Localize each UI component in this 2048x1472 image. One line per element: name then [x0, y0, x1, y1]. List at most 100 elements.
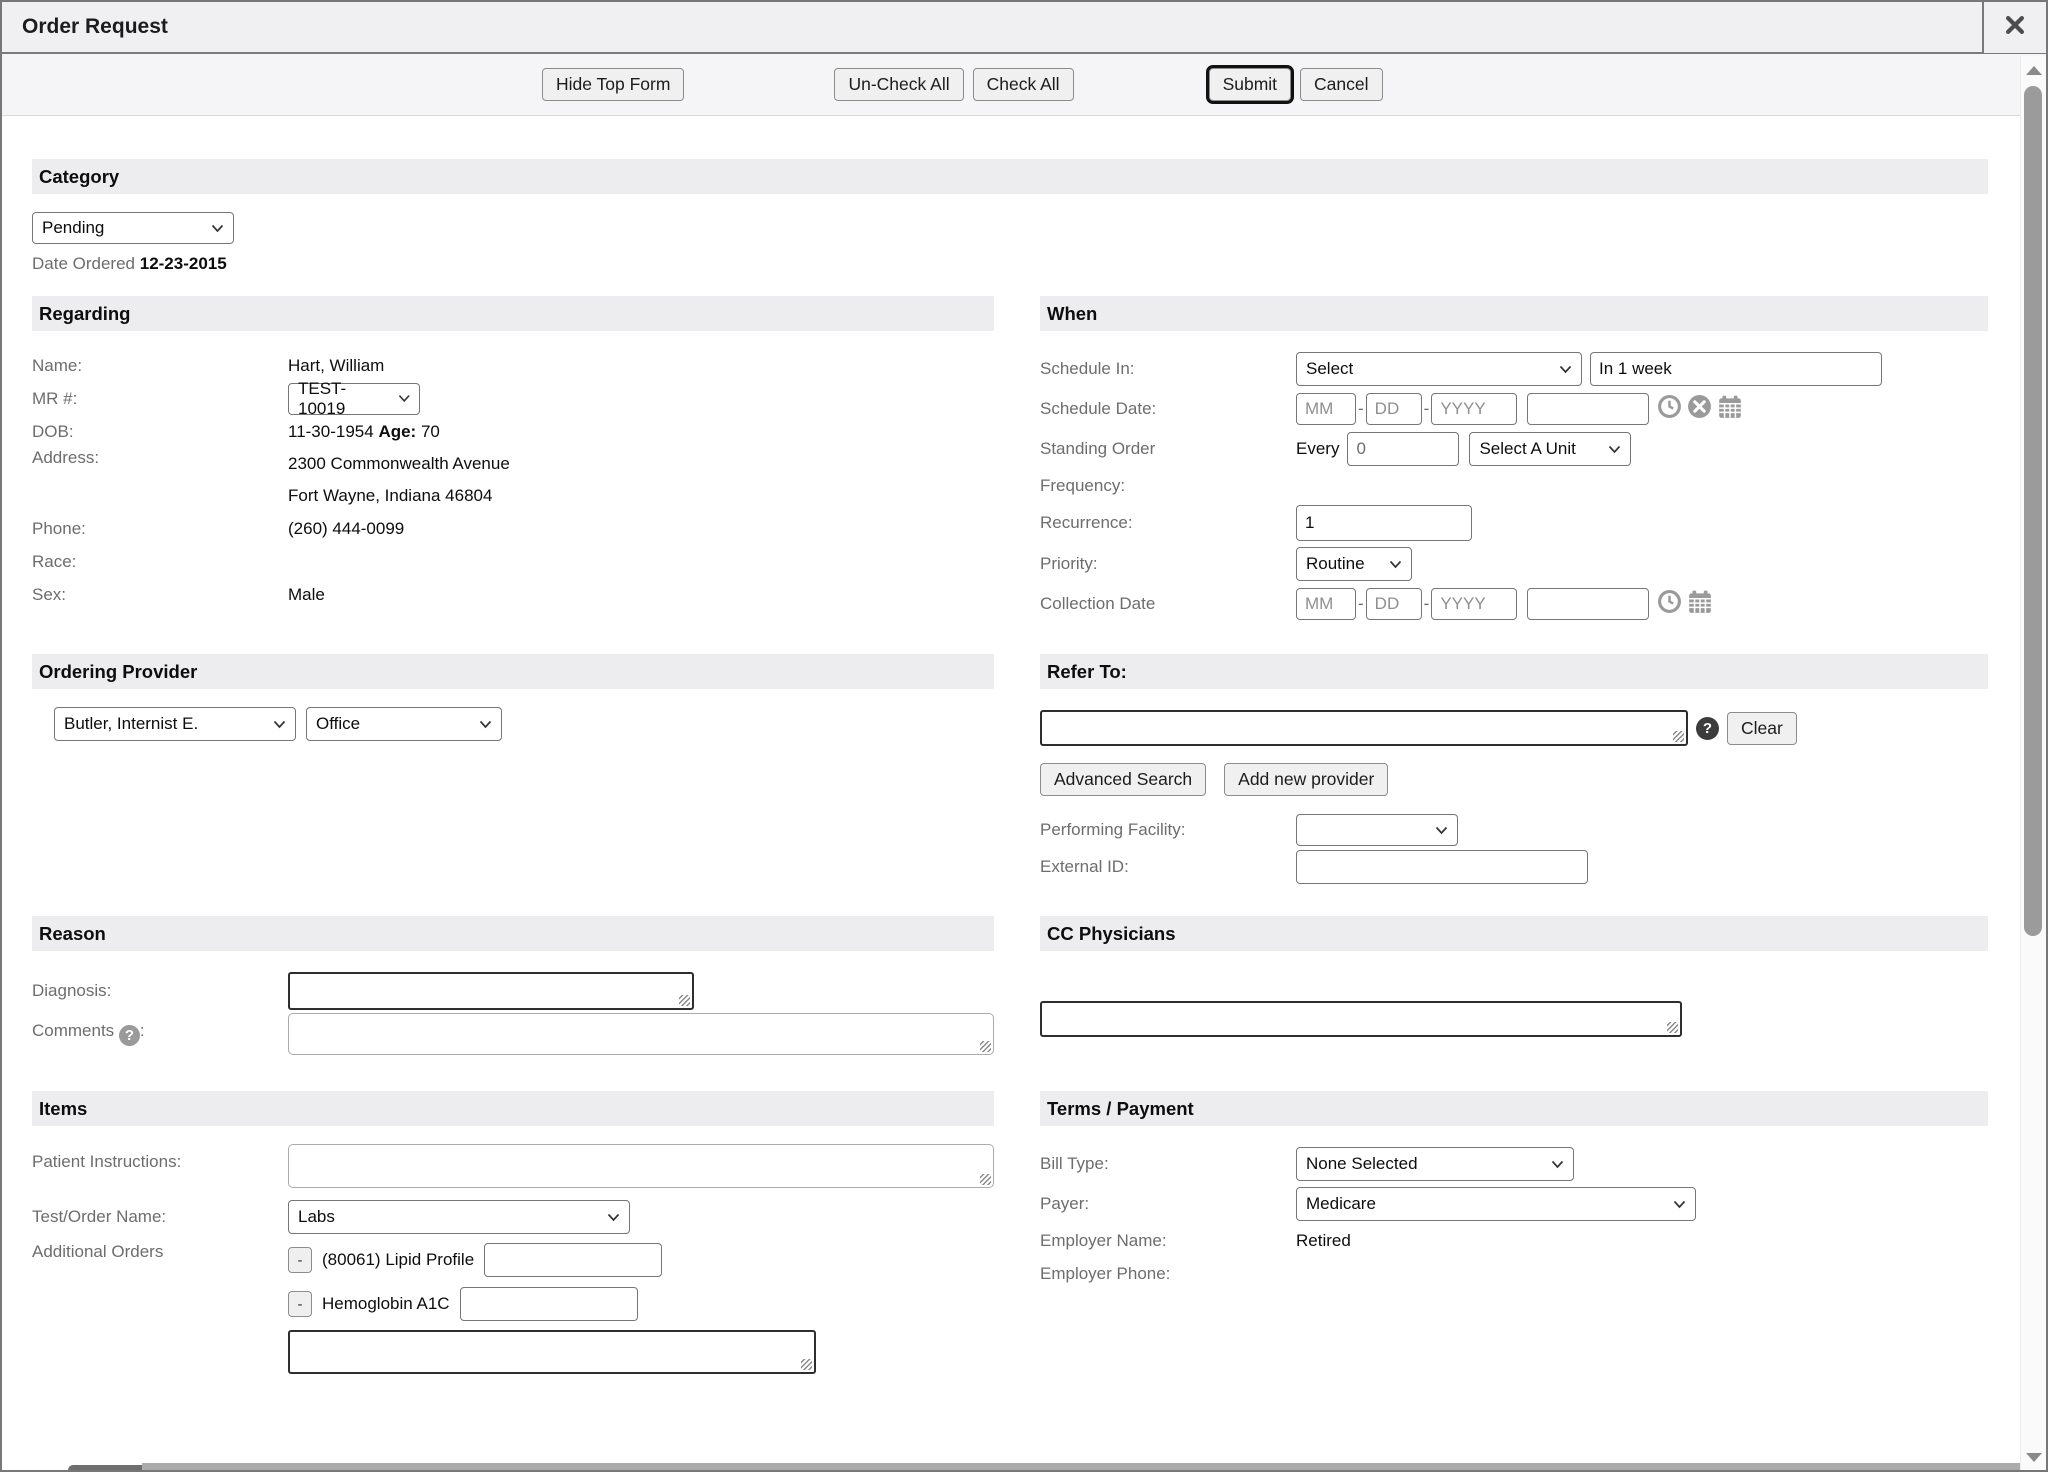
schedule-date-label: Schedule Date:	[1040, 399, 1296, 419]
schedule-in-select-value: Select	[1306, 359, 1353, 379]
resize-grip	[980, 1041, 991, 1052]
comments-textarea[interactable]	[288, 1013, 994, 1055]
cc-physicians-input[interactable]	[1040, 1001, 1682, 1037]
schedule-in-select[interactable]: Select	[1296, 352, 1582, 386]
ordering-provider-select[interactable]: Butler, Internist E.	[54, 707, 296, 741]
bill-type-label: Bill Type:	[1040, 1154, 1296, 1174]
bill-type-select[interactable]: None Selected	[1296, 1147, 1574, 1181]
phone-value: (260) 444-0099	[288, 519, 404, 539]
cancel-button[interactable]: Cancel	[1300, 68, 1382, 101]
schedule-in-text-input[interactable]	[1590, 352, 1882, 386]
calendar-icon[interactable]	[1717, 394, 1743, 425]
uncheck-all-button[interactable]: Un-Check All	[834, 68, 963, 101]
collection-date-yyyy-input[interactable]	[1431, 588, 1517, 620]
check-all-button[interactable]: Check All	[973, 68, 1074, 101]
bill-type-value: None Selected	[1306, 1154, 1418, 1174]
external-id-input[interactable]	[1296, 850, 1588, 884]
add-new-provider-button[interactable]: Add new provider	[1224, 763, 1388, 796]
remove-order-button[interactable]: -	[288, 1247, 312, 1273]
clock-icon[interactable]	[1657, 394, 1682, 424]
when-heading: When	[1047, 303, 1097, 325]
question-circle-icon[interactable]: ?	[119, 1025, 140, 1046]
scroll-up-icon[interactable]	[2026, 66, 2042, 75]
reason-heading: Reason	[39, 923, 106, 945]
x-circle-icon[interactable]	[1687, 394, 1712, 424]
scrollbar-thumb[interactable]	[2024, 86, 2042, 936]
chevron-down-icon	[398, 394, 410, 403]
order-name: (80061) Lipid Profile	[322, 1250, 474, 1270]
payer-select[interactable]: Medicare	[1296, 1187, 1696, 1221]
collection-date-mm-input[interactable]	[1296, 588, 1356, 620]
address-label: Address:	[32, 448, 288, 468]
calendar-icon[interactable]	[1687, 589, 1713, 620]
resize-grip	[1673, 731, 1684, 742]
address-line1: 2300 Commonwealth Avenue	[288, 448, 510, 480]
recurrence-label: Recurrence:	[1040, 513, 1296, 533]
resize-grip	[679, 995, 690, 1006]
category-select-value: Pending	[42, 218, 104, 238]
additional-order-input[interactable]	[288, 1330, 816, 1374]
resize-grip	[980, 1174, 991, 1185]
date-dash: -	[1424, 594, 1430, 614]
schedule-date-yyyy-input[interactable]	[1431, 393, 1517, 425]
category-section: Category Pending Date Ordered 12-23-2015	[32, 159, 1988, 274]
patient-name: Hart, William	[288, 356, 384, 376]
patient-instructions-textarea[interactable]	[288, 1144, 994, 1188]
order-value-input[interactable]	[460, 1287, 638, 1321]
priority-label: Priority:	[1040, 554, 1296, 574]
chevron-down-icon	[211, 224, 224, 233]
unit-select[interactable]: Select A Unit	[1469, 432, 1631, 466]
schedule-in-label: Schedule In:	[1040, 359, 1296, 379]
diagnosis-input[interactable]	[288, 972, 694, 1010]
order-value-input[interactable]	[484, 1243, 662, 1277]
submit-button[interactable]: Submit	[1209, 68, 1291, 101]
collection-time-input[interactable]	[1527, 588, 1649, 620]
bottom-scroll-strip[interactable]	[142, 1463, 2020, 1470]
vertical-scrollbar[interactable]	[2020, 56, 2046, 1470]
resize-grip	[801, 1359, 812, 1370]
test-order-select[interactable]: Labs	[288, 1200, 630, 1234]
clear-button[interactable]: Clear	[1727, 712, 1797, 745]
comments-label: Comments ?:	[32, 1013, 288, 1046]
age-value: 70	[421, 422, 440, 441]
schedule-time-input[interactable]	[1527, 393, 1649, 425]
schedule-date-dd-input[interactable]	[1366, 393, 1422, 425]
performing-facility-select[interactable]	[1296, 814, 1458, 846]
question-circle-icon[interactable]: ?	[1696, 717, 1719, 740]
employer-name-label: Employer Name:	[1040, 1231, 1296, 1251]
test-order-select-value: Labs	[298, 1207, 335, 1227]
remove-order-button[interactable]: -	[288, 1291, 312, 1317]
chevron-down-icon	[1673, 1200, 1686, 1209]
priority-select[interactable]: Routine	[1296, 547, 1412, 581]
mr-select[interactable]: TEST-10019	[288, 383, 420, 415]
date-dash: -	[1358, 594, 1364, 614]
category-select[interactable]: Pending	[32, 212, 234, 244]
refer-to-section: Refer To: ? Clear Advanced Search Add ne…	[1040, 654, 1988, 886]
clock-icon[interactable]	[1657, 589, 1682, 619]
provider-location-value: Office	[316, 714, 360, 734]
items-heading: Items	[39, 1098, 87, 1120]
close-icon	[2005, 15, 2025, 40]
scroll-down-icon[interactable]	[2026, 1453, 2042, 1462]
refer-to-input[interactable]	[1040, 710, 1688, 746]
employer-name-value: Retired	[1296, 1231, 1351, 1251]
address-line2: Fort Wayne, Indiana 46804	[288, 480, 510, 512]
regarding-heading: Regarding	[39, 303, 130, 325]
priority-select-value: Routine	[1306, 554, 1365, 574]
collection-date-dd-input[interactable]	[1366, 588, 1422, 620]
recurrence-input[interactable]	[1296, 505, 1472, 541]
category-heading: Category	[39, 166, 119, 188]
dob-value: 11-30-1954	[288, 422, 374, 441]
payer-value: Medicare	[1306, 1194, 1376, 1214]
hide-top-form-button[interactable]: Hide Top Form	[542, 68, 684, 101]
date-dash: -	[1424, 399, 1430, 419]
close-button[interactable]	[1982, 1, 2046, 53]
chevron-down-icon	[607, 1213, 620, 1222]
every-input[interactable]	[1347, 432, 1459, 466]
ordering-provider-section: Ordering Provider Butler, Internist E. O…	[32, 654, 994, 741]
name-label: Name:	[32, 356, 288, 376]
schedule-date-mm-input[interactable]	[1296, 393, 1356, 425]
provider-location-select[interactable]: Office	[306, 707, 502, 741]
advanced-search-button[interactable]: Advanced Search	[1040, 763, 1206, 796]
terms-payment-section: Terms / Payment Bill Type: None Selected…	[1040, 1091, 1988, 1290]
